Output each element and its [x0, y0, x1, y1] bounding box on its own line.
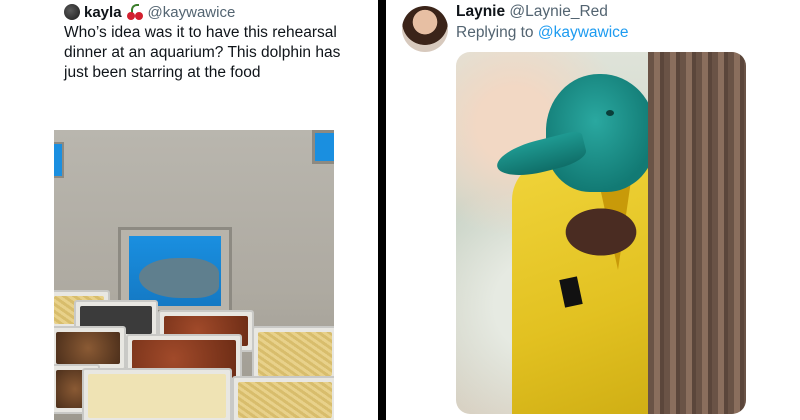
left-tweet-header: kayla @kaywawice: [64, 3, 235, 21]
dolphin-head: [493, 74, 656, 194]
avatar[interactable]: [64, 4, 80, 20]
panel-divider: [378, 0, 386, 420]
reply-context: Replying to @kaywawice: [456, 24, 629, 42]
right-tweet-header: Laynie @Laynie_Red: [456, 3, 608, 21]
food-tray: [232, 376, 334, 420]
aquarium-window-corner: [312, 130, 334, 164]
tweet-text: Who’s idea was it to have this rehearsal…: [64, 24, 341, 81]
dolphin: [139, 258, 219, 298]
aquarium-window-left: [54, 142, 64, 178]
cherry-icon: [126, 4, 144, 20]
replying-to-link[interactable]: @kaywawice: [538, 24, 629, 41]
display-name[interactable]: kayla: [84, 4, 122, 21]
clasped-hands: [556, 202, 646, 262]
avatar[interactable]: [402, 6, 448, 52]
user-handle[interactable]: @kaywawice: [148, 4, 236, 21]
replying-to-label: Replying to: [456, 24, 534, 41]
food-tray: [82, 368, 232, 420]
yellow-jacket: [512, 160, 662, 414]
tree-trunk: [648, 52, 746, 414]
food-tray: [252, 326, 334, 382]
aquarium-glass: [129, 236, 221, 306]
left-tweet-panel: kayla @kaywawice Who’s idea was it to ha…: [0, 0, 378, 420]
tweet-photo-dolphin-meme[interactable]: [456, 52, 746, 414]
sleeve-label: [559, 276, 583, 308]
display-name[interactable]: Laynie: [456, 3, 505, 20]
right-tweet-panel: Laynie @Laynie_Red Replying to @kaywawic…: [386, 0, 800, 420]
user-handle[interactable]: @Laynie_Red: [509, 3, 607, 20]
tweet-photo-aquarium-dinner[interactable]: [54, 130, 334, 420]
